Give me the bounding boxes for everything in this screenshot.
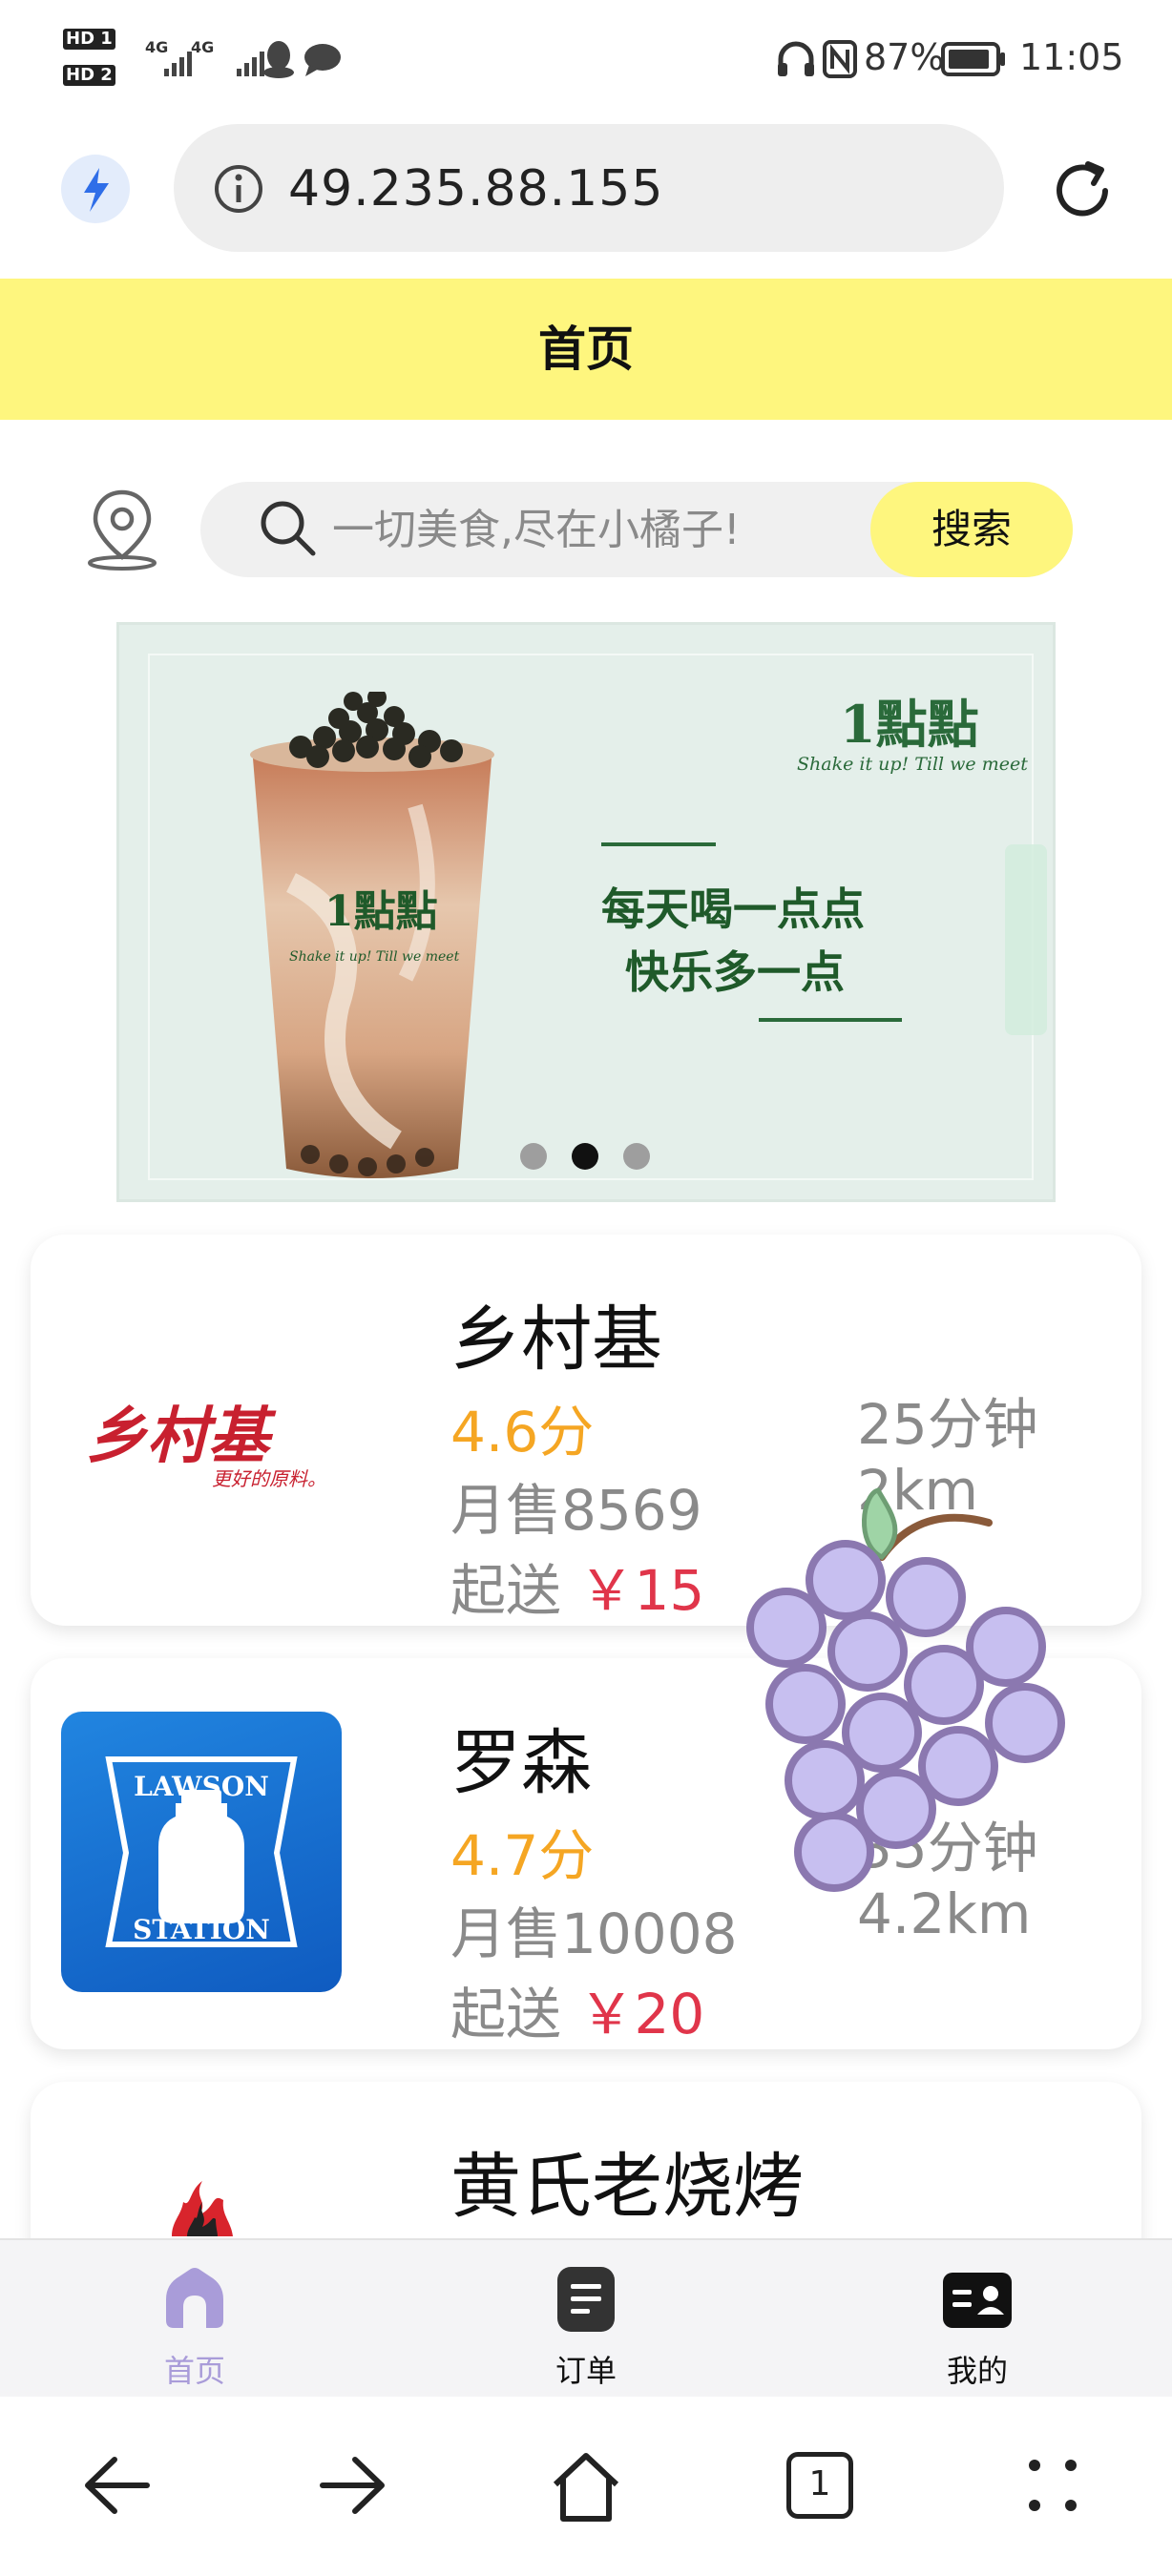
carousel-dot-3[interactable]	[623, 1143, 650, 1170]
profile-icon	[943, 2273, 1012, 2328]
network-type-2: 4G	[191, 38, 215, 56]
hd1-indicator: HD 1	[63, 29, 115, 50]
forward-arrow-icon[interactable]	[313, 2452, 389, 2519]
brand-slogan: Shake it up! Till we meet	[797, 754, 1028, 775]
cup-slogan: Shake it up! Till we meet	[289, 949, 460, 965]
order-icon	[557, 2267, 615, 2332]
xiangcunji-logo: 乡村基	[86, 1401, 269, 1472]
tab-home[interactable]: 首页	[99, 2252, 290, 2395]
banner-headline-1: 每天喝一点点	[601, 883, 865, 935]
hd2-indicator: HD 2	[63, 65, 115, 86]
lawson-top-text: LAWSON	[134, 1771, 269, 1802]
tab-profile-label: 我的	[946, 2353, 1008, 2389]
info-icon[interactable]	[212, 162, 265, 216]
shop-rating: 4.6分	[450, 1400, 595, 1465]
shop-name: 乡村基	[450, 1298, 662, 1381]
shop-rating: 4.7分	[450, 1823, 595, 1888]
bubble-tea-image: 1點點 Shake it up! Till we meet	[250, 692, 494, 1178]
shop-name: 黄氏老烧烤	[450, 2146, 804, 2228]
home-page-icon[interactable]	[548, 2448, 624, 2524]
lawson-bottom-text: STATION	[133, 1914, 270, 1945]
min-order-price: ￥20	[578, 1982, 705, 2046]
refresh-icon[interactable]	[1046, 155, 1119, 227]
lightning-icon	[84, 168, 109, 212]
banner-headline-2: 快乐多一点	[625, 946, 845, 998]
nfc-icon	[823, 40, 857, 78]
milk-can-icon: LAWSON STATION	[105, 1756, 298, 1947]
back-arrow-icon[interactable]	[80, 2452, 157, 2519]
speed-mode-button[interactable]	[61, 155, 130, 223]
location-icon[interactable]	[82, 485, 162, 571]
search-input[interactable]	[332, 491, 867, 568]
min-order-label: 起送	[450, 1558, 562, 1623]
tab-orders[interactable]: 订单	[491, 2252, 681, 2395]
tab-profile[interactable]: 我的	[882, 2252, 1073, 2395]
min-order-price: ￥15	[578, 1558, 705, 1623]
search-button[interactable]: 搜索	[870, 482, 1073, 577]
battery-percent: 87%	[864, 36, 945, 78]
page-title: 首页	[538, 322, 634, 377]
carousel-dot-1[interactable]	[520, 1143, 547, 1170]
promo-banner[interactable]: 1點點 Shake it up! Till we meet 1點點 Shake …	[116, 622, 1056, 1202]
min-order: 起送 ￥20	[450, 1969, 704, 2049]
status-bar: HD 1 HD 2 4G 4G 87% 11:05	[0, 0, 1172, 114]
bbq-logo	[172, 2181, 233, 2236]
shop-sales: 月售10008	[450, 1901, 738, 1966]
carousel-dot-2[interactable]	[572, 1143, 598, 1170]
message-icon	[304, 44, 341, 76]
clock: 11:05	[1019, 36, 1124, 78]
tabs-count-button[interactable]: 1	[786, 2452, 853, 2519]
grape-floating-icon[interactable]	[739, 1485, 1073, 1895]
url-text[interactable]: 49.235.88.155	[288, 160, 663, 218]
cup-logo: 1點點	[324, 887, 438, 936]
headphones-icon	[778, 41, 814, 76]
brand-logo: 1點點	[840, 694, 979, 755]
min-order-label: 起送	[450, 1982, 562, 2046]
menu-dots-icon[interactable]	[1019, 2450, 1086, 2521]
min-order: 起送 ￥15	[450, 1546, 704, 1626]
tab-orders-label: 订单	[555, 2353, 617, 2389]
shop-name: 罗森	[450, 1722, 592, 1804]
tab-home-label: 首页	[163, 2353, 225, 2389]
shop-sales: 月售8569	[450, 1478, 702, 1543]
qq-icon	[263, 41, 294, 78]
search-icon	[261, 501, 316, 556]
delivery-time: 25分钟	[857, 1392, 1038, 1457]
lawson-logo: LAWSON STATION	[61, 1712, 342, 1992]
battery-icon	[941, 42, 1005, 76]
home-icon	[166, 2268, 223, 2328]
xiangcunji-logo-sub: 更好的原料。	[212, 1467, 326, 1490]
